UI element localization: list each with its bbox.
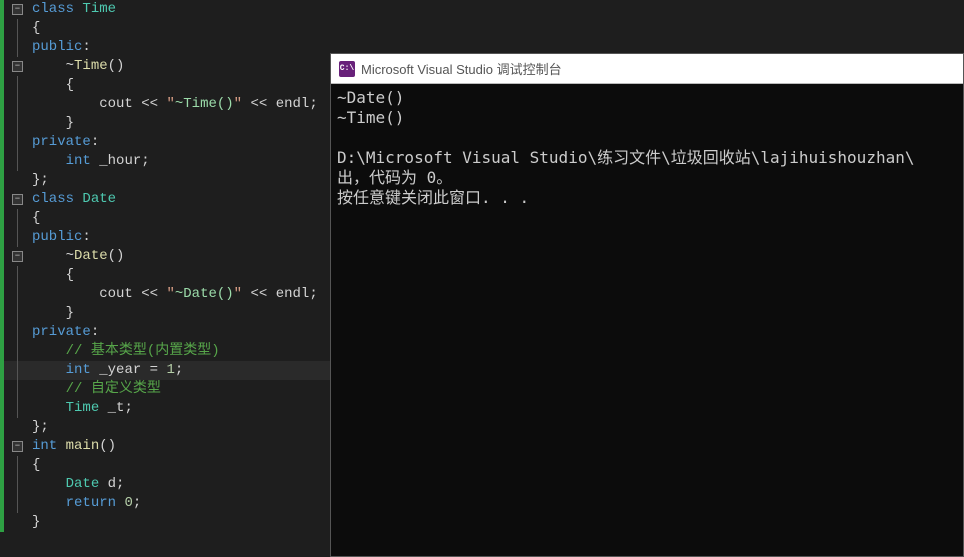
vs-icon: C:\: [339, 61, 355, 77]
code-line[interactable]: −class Time: [0, 0, 964, 19]
console-line: D:\Microsoft Visual Studio\练习文件\垃圾回收站\la…: [337, 148, 914, 167]
fold-icon[interactable]: −: [12, 441, 23, 452]
console-output[interactable]: ~Date() ~Time() D:\Microsoft Visual Stud…: [331, 84, 963, 556]
fold-icon[interactable]: −: [12, 4, 23, 15]
fold-icon[interactable]: −: [12, 251, 23, 262]
console-line: ~Time(): [337, 108, 404, 127]
code-line[interactable]: {: [0, 19, 964, 38]
console-line: ~Date(): [337, 88, 404, 107]
console-titlebar[interactable]: C:\ Microsoft Visual Studio 调试控制台: [331, 54, 963, 84]
console-line: 出，代码为 0。: [337, 168, 452, 187]
fold-icon[interactable]: −: [12, 61, 23, 72]
debug-console-window[interactable]: C:\ Microsoft Visual Studio 调试控制台 ~Date(…: [330, 53, 964, 557]
fold-icon[interactable]: −: [12, 194, 23, 205]
console-line: 按任意键关闭此窗口. . .: [337, 188, 529, 207]
console-title: Microsoft Visual Studio 调试控制台: [361, 59, 562, 78]
